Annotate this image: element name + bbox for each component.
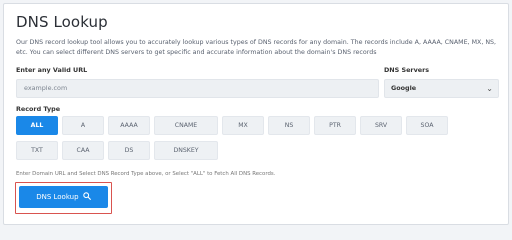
record-type-ns[interactable]: NS (268, 116, 310, 135)
record-type-mx[interactable]: MX (222, 116, 264, 135)
dns-servers-label: DNS Servers (384, 66, 430, 74)
dns-server-select[interactable]: Google ⌄ (384, 79, 499, 98)
record-type-srv[interactable]: SRV (360, 116, 402, 135)
record-type-txt[interactable]: TXT (16, 141, 58, 160)
record-type-caa[interactable]: CAA (62, 141, 104, 160)
record-type-cname[interactable]: CNAME (154, 116, 218, 135)
record-type-ptr[interactable]: PTR (314, 116, 356, 135)
dns-lookup-button-label: DNS Lookup (36, 193, 79, 201)
record-type-label: Record Type (16, 105, 61, 113)
record-type-all[interactable]: ALL (16, 116, 58, 135)
hint-text: Enter Domain URL and Select DNS Record T… (16, 171, 276, 177)
chevron-down-icon: ⌄ (486, 84, 493, 93)
dns-server-value: Google (391, 84, 417, 92)
record-type-soa[interactable]: SOA (406, 116, 448, 135)
record-type-ds[interactable]: DS (108, 141, 150, 160)
url-label: Enter any Valid URL (16, 66, 88, 74)
url-input[interactable]: example.com (16, 79, 379, 98)
page-description: Our DNS record lookup tool allows you to… (16, 39, 497, 56)
dns-lookup-card: DNS Lookup Our DNS record lookup tool al… (3, 3, 509, 225)
search-icon (83, 192, 91, 200)
record-type-a[interactable]: A (62, 116, 104, 135)
record-type-dnskey[interactable]: DNSKEY (154, 141, 218, 160)
page-title: DNS Lookup (16, 13, 108, 31)
record-type-aaaa[interactable]: AAAA (108, 116, 150, 135)
dns-lookup-button[interactable]: DNS Lookup (19, 186, 108, 208)
